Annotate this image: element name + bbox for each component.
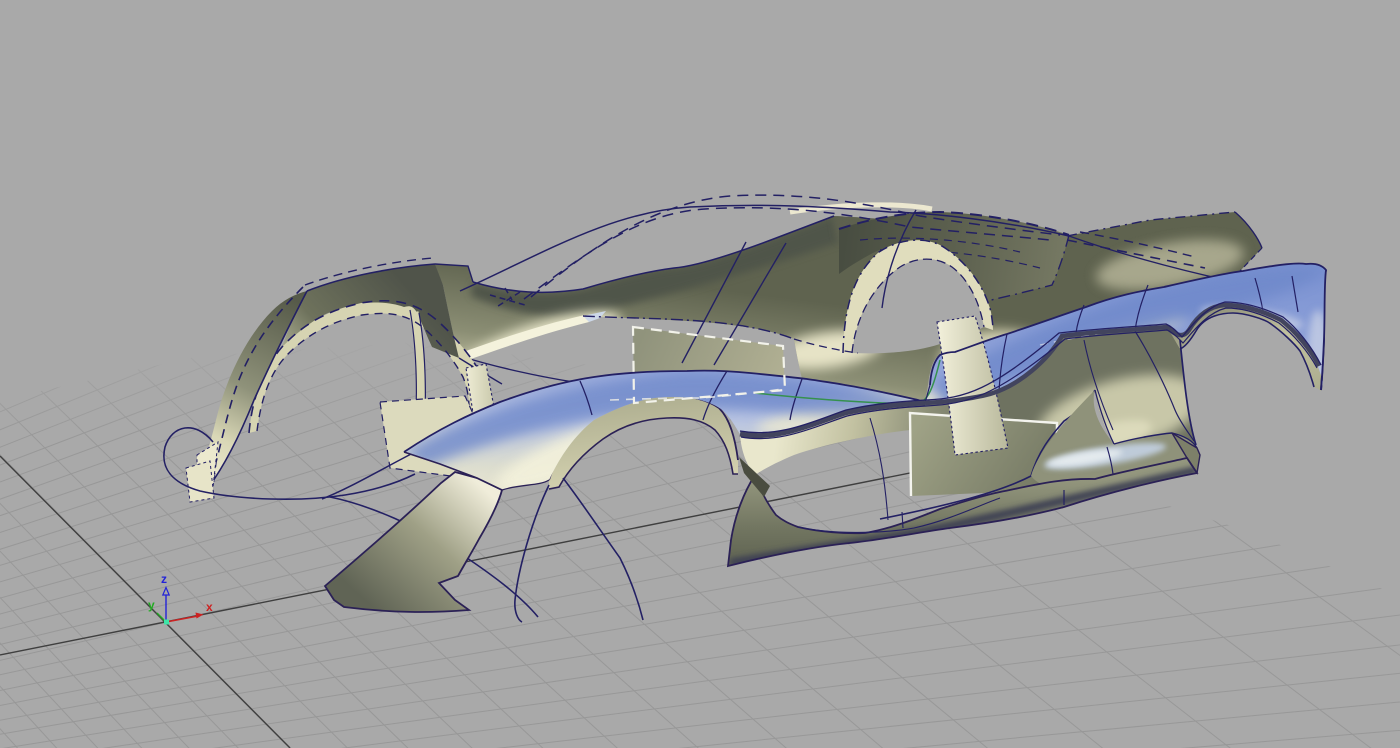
svg-text:y: y (148, 598, 155, 612)
svg-text:x: x (206, 600, 213, 614)
svg-text:z: z (161, 572, 167, 586)
